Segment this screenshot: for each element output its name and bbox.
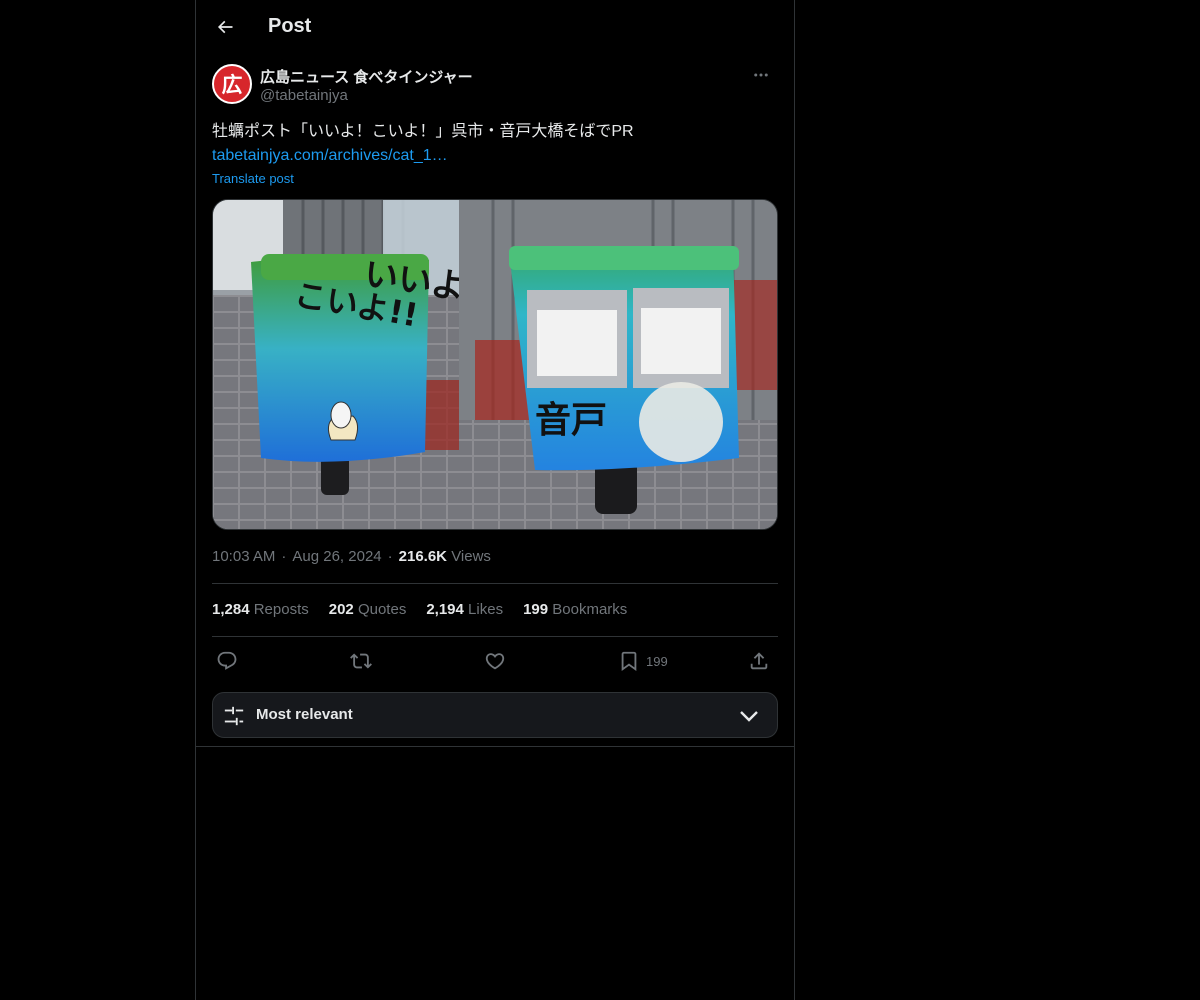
sort-label: Most relevant	[256, 706, 353, 723]
quotes-stat[interactable]: 202 Quotes	[329, 601, 407, 621]
share-button[interactable]	[748, 644, 770, 678]
bookmarks-stat[interactable]: 199 Bookmarks	[523, 601, 627, 621]
bookmark-button[interactable]: 199	[618, 644, 668, 678]
post-actions: 199	[212, 644, 778, 678]
reposts-stat[interactable]: 1,284 Reposts	[212, 601, 309, 621]
reply-sort-dropdown[interactable]: Most relevant	[212, 692, 778, 738]
divider	[196, 746, 794, 747]
mailbox-photo: いいよ!! こいよ!! 音戸	[213, 200, 777, 529]
more-options-button[interactable]	[744, 64, 778, 86]
primary-column: Post 広 広島ニュース 食べタインジャー @tabetainjya 牡蠣ポス…	[195, 0, 795, 1000]
like-button[interactable]	[484, 644, 506, 678]
post-date[interactable]: Aug 26, 2024	[292, 548, 381, 565]
reply-button[interactable]	[216, 644, 238, 678]
post-media-image[interactable]: いいよ!! こいよ!! 音戸	[212, 199, 778, 530]
post-text: 牡蠣ポスト「いいよ！こいよ！」呉市・音戸大橋そばでPR tabetainjya.…	[212, 120, 778, 168]
post-meta: 10:03 AM · Aug 26, 2024 · 216.6K Views	[212, 548, 491, 565]
likes-stat[interactable]: 2,194 Likes	[426, 601, 503, 621]
post-text-body: 牡蠣ポスト「いいよ！こいよ！」呉市・音戸大橋そばでPR	[212, 123, 634, 140]
post-author: 広 広島ニュース 食べタインジャー @tabetainjya	[212, 64, 778, 108]
back-arrow-icon	[217, 20, 233, 34]
views-count: 216.6K	[398, 548, 448, 565]
translate-post-link[interactable]: Translate post	[212, 171, 294, 186]
views-label: Views	[451, 548, 491, 565]
bookmark-icon	[621, 651, 637, 672]
avatar[interactable]: 広	[212, 64, 252, 104]
repost-button[interactable]	[350, 644, 372, 678]
page-title: Post	[268, 15, 312, 37]
reply-icon	[217, 651, 237, 670]
share-icon	[750, 652, 768, 670]
author-handle[interactable]: @tabetainjya	[260, 87, 348, 104]
chevron-down-icon	[740, 711, 758, 722]
divider	[212, 636, 778, 637]
right-box-text: 音戸	[535, 400, 607, 441]
post-link[interactable]: tabetainjya.com/archives/cat_1…	[212, 144, 778, 168]
back-button[interactable]	[208, 10, 242, 44]
post-time[interactable]: 10:03 AM	[212, 548, 275, 565]
post-header: Post	[196, 0, 794, 54]
sliders-icon	[224, 706, 244, 726]
repost-icon	[350, 653, 372, 669]
divider	[212, 583, 778, 584]
author-display-name[interactable]: 広島ニュース 食べタインジャー	[260, 66, 473, 87]
more-icon	[754, 73, 768, 77]
like-icon	[485, 653, 505, 670]
bookmark-count: 199	[646, 653, 668, 669]
post-stats: 1,284 Reposts 202 Quotes 2,194 Likes 199…	[212, 601, 627, 621]
